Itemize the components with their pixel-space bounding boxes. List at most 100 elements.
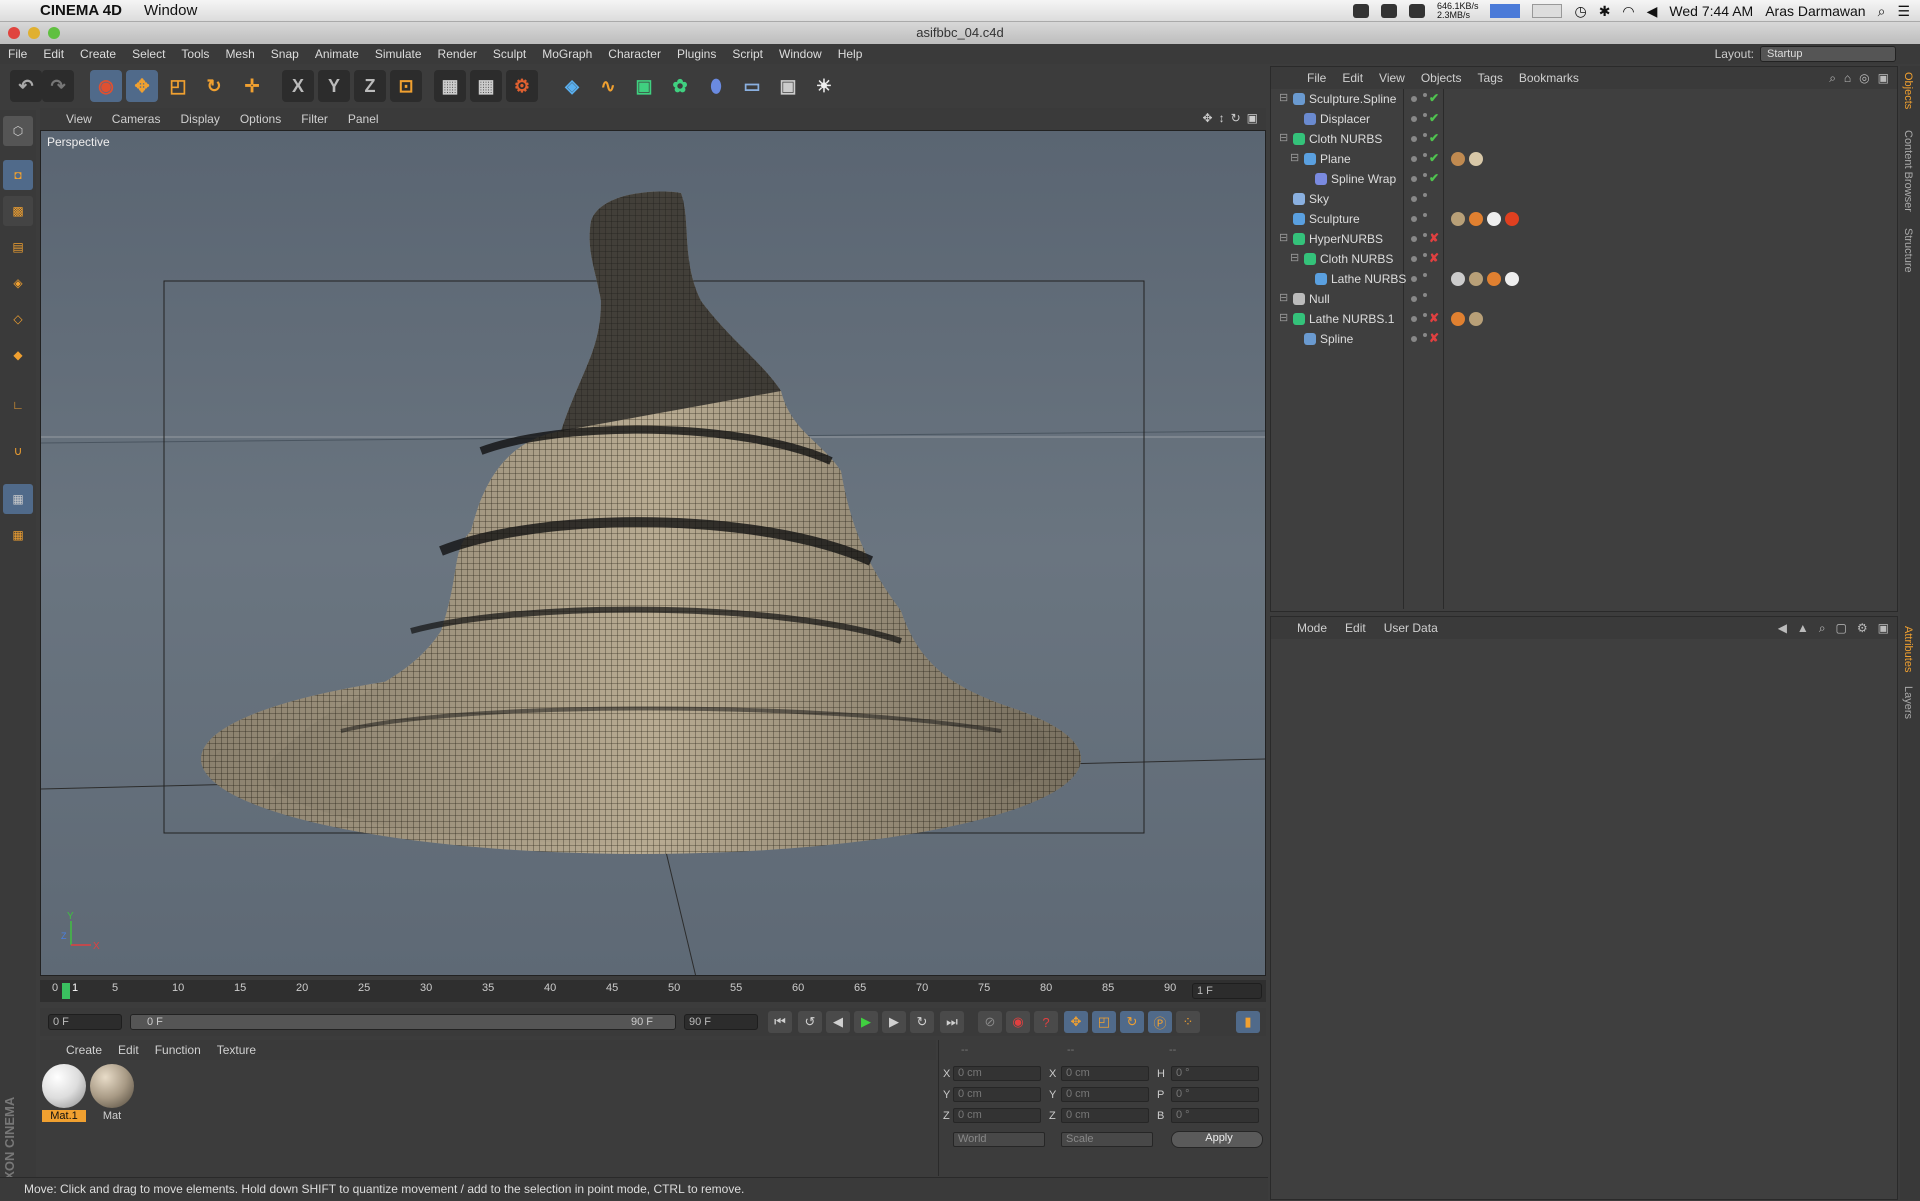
visibility-dot-icon[interactable] (1411, 316, 1417, 322)
menu-tools[interactable]: Tools (173, 47, 217, 61)
menu-file[interactable]: File (0, 47, 35, 61)
z-axis-lock-button[interactable]: Z (354, 70, 386, 102)
texture-mode-icon[interactable]: ▩ (3, 196, 33, 226)
object-name[interactable]: Lathe NURBS (1331, 272, 1406, 286)
object-name[interactable]: Spline (1320, 332, 1353, 346)
tab-content-browser[interactable]: Content Browser (1902, 130, 1914, 212)
enable-toggle-icon[interactable]: ✘ (1429, 251, 1439, 265)
tab-structure[interactable]: Structure (1902, 228, 1914, 273)
attr-menu-edit[interactable]: Edit (1345, 621, 1366, 635)
menu-mesh[interactable]: Mesh (217, 47, 262, 61)
object-tag-icon[interactable] (1487, 212, 1501, 226)
visibility-dot-icon[interactable] (1411, 256, 1417, 262)
key-point-level-icon[interactable]: ⁘ (1176, 1011, 1200, 1033)
render-dot-icon[interactable] (1423, 233, 1427, 237)
object-name[interactable]: Null (1309, 292, 1330, 306)
object-row[interactable]: ⊟Cloth NURBS✔ (1271, 129, 1899, 149)
app-name-menu[interactable]: CINEMA 4D (40, 2, 122, 19)
menu-script[interactable]: Script (724, 47, 771, 61)
menu-snap[interactable]: Snap (263, 47, 307, 61)
object-row[interactable]: ⊟Plane✔ (1271, 149, 1899, 169)
back-arrow-icon[interactable]: ◀ (1778, 621, 1787, 636)
expand-toggle-icon[interactable]: ⊟ (1279, 311, 1288, 324)
camera-icon[interactable]: ▣ (772, 70, 804, 102)
render-dot-icon[interactable] (1423, 333, 1427, 337)
viewport-menu-filter[interactable]: Filter (301, 112, 328, 126)
menu-create[interactable]: Create (72, 47, 124, 61)
viewport-move-icon[interactable]: ✥ (1203, 111, 1213, 125)
menu-edit[interactable]: Edit (35, 47, 72, 61)
polygons-mode-icon[interactable]: ◆ (3, 340, 33, 370)
model-mode-icon[interactable]: ◘ (3, 160, 33, 190)
object-name[interactable]: Lathe NURBS.1 (1309, 312, 1394, 326)
axis-mode-icon[interactable]: ∟ (3, 390, 33, 420)
light-icon[interactable]: ☀ (808, 70, 840, 102)
enable-toggle-icon[interactable]: ✘ (1429, 231, 1439, 245)
key-position-icon[interactable]: ✥ (1064, 1011, 1088, 1033)
key-scale-icon[interactable]: ◰ (1092, 1011, 1116, 1033)
object-row[interactable]: Displacer✔ (1271, 109, 1899, 129)
next-key-icon[interactable]: ↻ (910, 1011, 934, 1033)
object-name[interactable]: Cloth NURBS (1320, 252, 1393, 266)
viewport-rotate-icon[interactable]: ↻ (1231, 111, 1241, 125)
material-menu-create[interactable]: Create (66, 1043, 102, 1057)
layout-dropdown[interactable]: Startup (1760, 46, 1896, 62)
viewport-menu-cameras[interactable]: Cameras (112, 112, 161, 126)
viewport-menu-panel[interactable]: Panel (348, 112, 379, 126)
record-active-icon[interactable]: ⊘ (978, 1011, 1002, 1033)
viewport-menu-view[interactable]: View (66, 112, 92, 126)
menu-sculpt[interactable]: Sculpt (485, 47, 534, 61)
rotate-tool-icon[interactable]: ↻ (198, 70, 230, 102)
dropbox-icon[interactable] (1409, 4, 1425, 18)
floor-icon[interactable]: ▭ (736, 70, 768, 102)
object-tag-icon[interactable] (1505, 212, 1519, 226)
y-axis-lock-button[interactable]: Y (318, 70, 350, 102)
enable-toggle-icon[interactable]: ✔ (1429, 151, 1439, 165)
obj-menu-view[interactable]: View (1379, 71, 1405, 85)
viewport-menu-options[interactable]: Options (240, 112, 281, 126)
obj-menu-objects[interactable]: Objects (1421, 71, 1462, 85)
size-x-field[interactable]: 0 cm (1061, 1066, 1149, 1081)
object-row[interactable]: Lathe NURBS (1271, 269, 1899, 289)
workplane-icon[interactable]: ▤ (3, 232, 33, 262)
position-y-field[interactable]: 0 cm (953, 1087, 1041, 1102)
visibility-dot-icon[interactable] (1411, 296, 1417, 302)
position-z-field[interactable]: 0 cm (953, 1108, 1041, 1123)
home-icon[interactable]: ⌂ (1844, 71, 1851, 86)
array-icon[interactable]: ✿ (664, 70, 696, 102)
nurbs-icon[interactable]: ▣ (628, 70, 660, 102)
render-settings-icon[interactable]: ⚙ (506, 70, 538, 102)
expand-toggle-icon[interactable]: ⊟ (1279, 231, 1288, 244)
menu-help[interactable]: Help (830, 47, 871, 61)
object-row[interactable]: ⊟HyperNURBS✘ (1271, 229, 1899, 249)
viewport-menu-display[interactable]: Display (180, 112, 219, 126)
material-menu-edit[interactable]: Edit (118, 1043, 139, 1057)
render-dot-icon[interactable] (1423, 173, 1427, 177)
object-row[interactable]: Sky (1271, 189, 1899, 209)
transform-tool-icon[interactable]: ✛ (236, 70, 268, 102)
status-icon[interactable] (1353, 4, 1369, 18)
menu-mograph[interactable]: MoGraph (534, 47, 600, 61)
spline-pen-icon[interactable]: ∿ (592, 70, 624, 102)
key-parameter-icon[interactable]: Ⓟ (1148, 1011, 1172, 1033)
rotation-b-field[interactable]: 0 ° (1171, 1108, 1259, 1123)
visibility-dot-icon[interactable] (1411, 116, 1417, 122)
render-dot-icon[interactable] (1423, 313, 1427, 317)
render-dot-icon[interactable] (1423, 93, 1427, 97)
new-view-icon[interactable]: ▣ (1878, 71, 1889, 86)
volume-icon[interactable]: ◀ (1647, 3, 1658, 20)
live-selection-icon[interactable]: ◉ (90, 70, 122, 102)
search-icon[interactable]: ⌕ (1829, 71, 1836, 86)
obj-menu-edit[interactable]: Edit (1342, 71, 1363, 85)
enable-toggle-icon[interactable]: ✘ (1429, 311, 1439, 325)
object-row[interactable]: ⊟ Lathe NURBS.1 ✘ (1271, 309, 1899, 329)
tab-attributes[interactable]: Attributes (1902, 626, 1914, 672)
object-name[interactable]: Sculpture.Spline (1309, 92, 1396, 106)
object-tag-icon[interactable] (1451, 312, 1465, 326)
menu-simulate[interactable]: Simulate (367, 47, 430, 61)
current-frame-field[interactable]: 1 F (1192, 983, 1262, 999)
previous-frame-icon[interactable]: ◀ (826, 1011, 850, 1033)
up-arrow-icon[interactable]: ▲ (1797, 621, 1809, 636)
visibility-dot-icon[interactable] (1411, 196, 1417, 202)
notification-icon[interactable]: ☰ (1897, 3, 1910, 20)
